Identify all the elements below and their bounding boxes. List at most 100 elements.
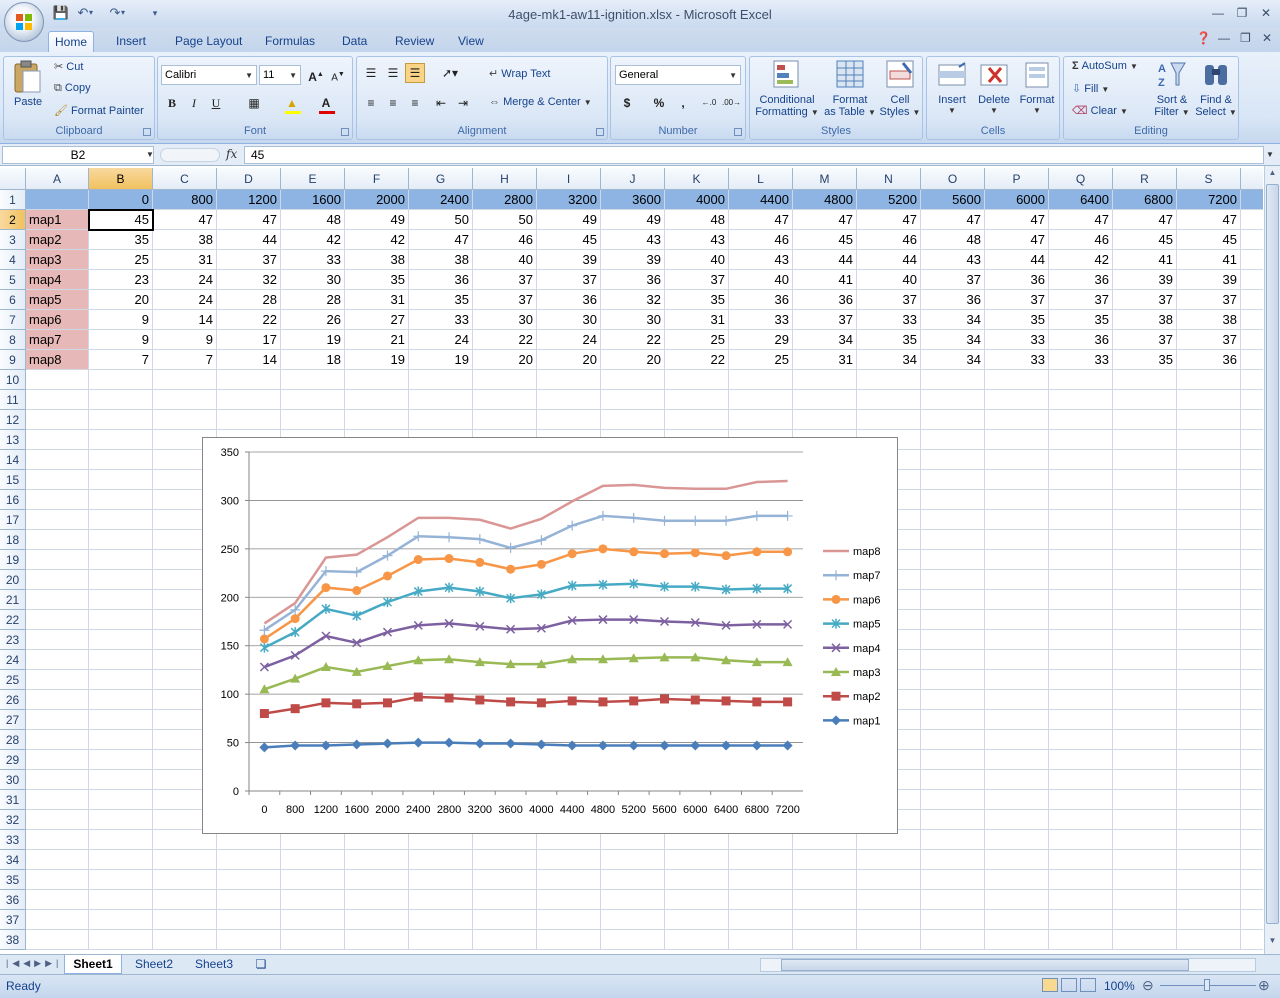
cell[interactable] bbox=[89, 810, 153, 830]
cell[interactable] bbox=[473, 850, 537, 870]
cell[interactable] bbox=[1241, 730, 1263, 750]
cell[interactable] bbox=[1177, 590, 1241, 610]
row-header[interactable]: 10 bbox=[0, 370, 26, 390]
cell[interactable] bbox=[217, 910, 281, 930]
cell[interactable] bbox=[601, 890, 665, 910]
align-bottom-icon[interactable]: ☰ bbox=[405, 63, 425, 83]
percent-button[interactable]: % bbox=[649, 93, 669, 113]
cell[interactable]: 47 bbox=[1113, 210, 1177, 230]
cell[interactable] bbox=[89, 890, 153, 910]
workbook-close-button[interactable]: ✕ bbox=[1262, 31, 1272, 45]
cell[interactable] bbox=[1049, 430, 1113, 450]
cell[interactable]: 34 bbox=[857, 350, 921, 370]
cell[interactable] bbox=[665, 890, 729, 910]
cell[interactable] bbox=[921, 450, 985, 470]
cell[interactable] bbox=[1113, 530, 1177, 550]
cell[interactable] bbox=[1177, 610, 1241, 630]
cell[interactable] bbox=[1241, 570, 1263, 590]
cell[interactable]: 19 bbox=[345, 350, 409, 370]
tab-review[interactable]: Review bbox=[389, 31, 440, 52]
cell[interactable] bbox=[857, 390, 921, 410]
cell[interactable] bbox=[409, 890, 473, 910]
cell[interactable] bbox=[1113, 670, 1177, 690]
cell[interactable]: 48 bbox=[921, 230, 985, 250]
cell[interactable] bbox=[89, 670, 153, 690]
cell[interactable]: 6000 bbox=[985, 190, 1049, 210]
cell[interactable] bbox=[857, 370, 921, 390]
cell[interactable]: 9 bbox=[153, 330, 217, 350]
cell[interactable]: 18 bbox=[281, 350, 345, 370]
cell[interactable] bbox=[921, 530, 985, 550]
column-header[interactable]: M bbox=[793, 168, 857, 190]
cell[interactable]: 29 bbox=[729, 330, 793, 350]
cell[interactable]: 47 bbox=[1177, 210, 1241, 230]
cell[interactable] bbox=[985, 370, 1049, 390]
row-header[interactable]: 1 bbox=[0, 190, 26, 210]
cell[interactable] bbox=[729, 390, 793, 410]
cell[interactable] bbox=[1049, 850, 1113, 870]
cell[interactable] bbox=[217, 390, 281, 410]
cell[interactable] bbox=[1241, 550, 1263, 570]
cell[interactable] bbox=[1177, 810, 1241, 830]
zoom-out-icon[interactable]: ⊖ bbox=[1142, 977, 1154, 994]
cell[interactable] bbox=[26, 730, 89, 750]
cell[interactable] bbox=[26, 770, 89, 790]
merge-center-button[interactable]: ⇔ Merge & Center ▼ bbox=[489, 96, 592, 108]
cell[interactable]: 2000 bbox=[345, 190, 409, 210]
cell[interactable] bbox=[1113, 410, 1177, 430]
cell[interactable]: 31 bbox=[665, 310, 729, 330]
cell[interactable] bbox=[345, 890, 409, 910]
cell[interactable]: 22 bbox=[665, 350, 729, 370]
delete-cells-button[interactable]: Delete ▼ bbox=[973, 59, 1015, 123]
customize-qat-icon[interactable]: ▾ bbox=[146, 5, 164, 21]
row-header[interactable]: 27 bbox=[0, 710, 26, 730]
cell[interactable] bbox=[26, 910, 89, 930]
cell[interactable]: 42 bbox=[1049, 250, 1113, 270]
clear-button[interactable]: ⌫ Clear ▼ bbox=[1072, 104, 1128, 117]
cell[interactable] bbox=[217, 370, 281, 390]
cell[interactable] bbox=[1177, 530, 1241, 550]
cell[interactable]: 33 bbox=[409, 310, 473, 330]
cell[interactable] bbox=[89, 570, 153, 590]
cell[interactable] bbox=[921, 430, 985, 450]
cell[interactable] bbox=[217, 930, 281, 950]
row-header[interactable]: 24 bbox=[0, 650, 26, 670]
cell[interactable] bbox=[89, 550, 153, 570]
italic-button[interactable]: I bbox=[184, 93, 204, 113]
increase-decimal-icon[interactable]: ←.0 bbox=[699, 93, 719, 113]
cell[interactable] bbox=[26, 690, 89, 710]
cell[interactable] bbox=[89, 430, 153, 450]
cell[interactable] bbox=[89, 590, 153, 610]
row-header[interactable]: 21 bbox=[0, 590, 26, 610]
cell[interactable] bbox=[1241, 350, 1263, 370]
page-layout-view-icon[interactable] bbox=[1061, 978, 1077, 992]
align-middle-icon[interactable]: ☰ bbox=[383, 63, 403, 83]
cell[interactable] bbox=[345, 870, 409, 890]
cell[interactable] bbox=[601, 910, 665, 930]
cell[interactable] bbox=[1177, 370, 1241, 390]
cell[interactable] bbox=[1113, 830, 1177, 850]
row-header[interactable]: 25 bbox=[0, 670, 26, 690]
formula-bar-splitter[interactable] bbox=[160, 148, 220, 162]
cell[interactable] bbox=[89, 370, 153, 390]
cell[interactable] bbox=[26, 850, 89, 870]
sheet-tab-sheet2[interactable]: Sheet2 bbox=[126, 955, 182, 974]
cell[interactable] bbox=[473, 910, 537, 930]
zoom-slider-handle[interactable] bbox=[1204, 979, 1210, 991]
cell[interactable] bbox=[89, 470, 153, 490]
cell[interactable] bbox=[153, 370, 217, 390]
cell[interactable] bbox=[601, 370, 665, 390]
cell[interactable] bbox=[921, 590, 985, 610]
cell[interactable]: 48 bbox=[665, 210, 729, 230]
cell[interactable] bbox=[1241, 490, 1263, 510]
cell[interactable] bbox=[26, 550, 89, 570]
row-header[interactable]: 20 bbox=[0, 570, 26, 590]
cell[interactable]: 37 bbox=[857, 290, 921, 310]
sheet-tab-sheet3[interactable]: Sheet3 bbox=[186, 955, 242, 974]
column-header[interactable]: K bbox=[665, 168, 729, 190]
cell[interactable] bbox=[921, 910, 985, 930]
cell[interactable] bbox=[1241, 290, 1263, 310]
vertical-scrollbar[interactable]: ▲ ▼ bbox=[1264, 166, 1280, 954]
cell[interactable] bbox=[409, 870, 473, 890]
cell[interactable]: 32 bbox=[217, 270, 281, 290]
